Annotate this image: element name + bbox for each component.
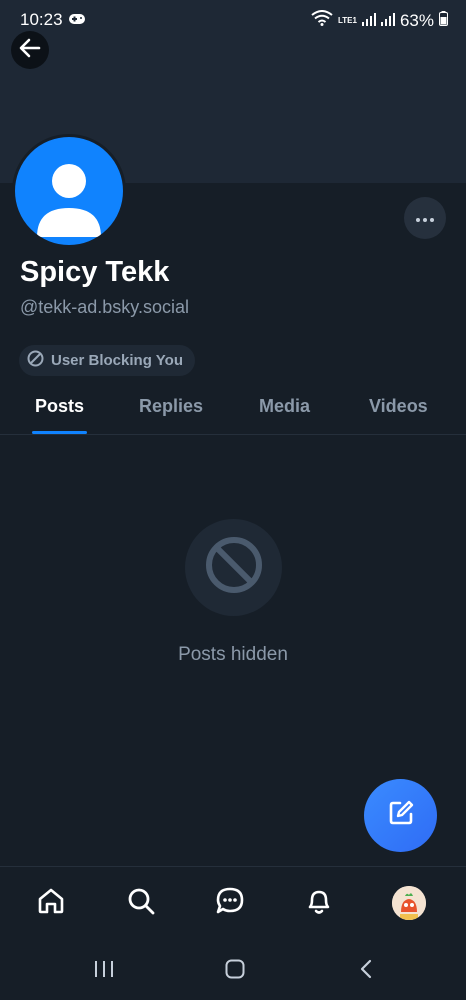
wifi-icon <box>311 10 333 31</box>
profile-tabs: Posts Replies Media Videos <box>0 384 466 435</box>
bottom-navigation <box>0 866 466 943</box>
status-icons: LTE1 63% <box>311 10 448 31</box>
default-avatar-icon <box>37 164 101 237</box>
profile-avatar-small <box>392 886 426 920</box>
handle: @tekk-ad.bsky.social <box>20 297 189 317</box>
posts-hidden-text: Posts hidden <box>178 644 288 665</box>
system-navigation-bar <box>0 942 466 1000</box>
blocked-icon <box>27 350 44 372</box>
profile-avatar[interactable] <box>12 134 126 248</box>
status-time: 10:23 <box>20 10 63 29</box>
tab-media[interactable]: Media <box>259 396 310 417</box>
active-tab-indicator <box>32 431 87 434</box>
home-square-icon <box>225 959 245 984</box>
nav-chat[interactable] <box>212 885 248 921</box>
status-bar: 10:23 LTE1 63% <box>0 0 466 40</box>
chat-icon <box>215 886 245 921</box>
more-options-button[interactable] <box>404 197 446 239</box>
ellipsis-icon <box>416 209 434 227</box>
battery-percent: 63% <box>399 10 434 30</box>
nav-home[interactable] <box>33 885 69 921</box>
blocking-badge: User Blocking You <box>19 345 195 376</box>
battery-icon <box>439 10 448 31</box>
home-system-button[interactable] <box>220 956 250 986</box>
posts-hidden-icon-circle <box>185 519 282 616</box>
blocked-icon <box>204 535 264 600</box>
signal-icon-2 <box>380 11 395 31</box>
nav-profile[interactable] <box>391 885 427 921</box>
edit-icon <box>386 798 416 833</box>
lte-label: LTE1 <box>338 15 357 25</box>
signal-icon <box>361 11 376 31</box>
display-name: Spicy Tekk <box>20 256 170 288</box>
chevron-left-icon <box>359 959 373 984</box>
compose-post-button[interactable] <box>364 779 437 852</box>
tab-videos[interactable]: Videos <box>369 396 428 417</box>
search-icon <box>126 886 156 921</box>
bell-icon <box>304 886 334 921</box>
blocking-badge-label: User Blocking You <box>51 352 183 369</box>
recents-icon <box>93 960 115 983</box>
nav-notifications[interactable] <box>301 885 337 921</box>
nav-search[interactable] <box>123 885 159 921</box>
back-system-button[interactable] <box>351 956 381 986</box>
tab-posts[interactable]: Posts <box>35 396 84 417</box>
tab-replies[interactable]: Replies <box>139 396 203 417</box>
recents-button[interactable] <box>89 956 119 986</box>
arrow-left-icon <box>19 38 41 63</box>
game-controller-icon <box>68 12 86 31</box>
back-button[interactable] <box>11 31 49 69</box>
home-icon <box>36 886 66 921</box>
